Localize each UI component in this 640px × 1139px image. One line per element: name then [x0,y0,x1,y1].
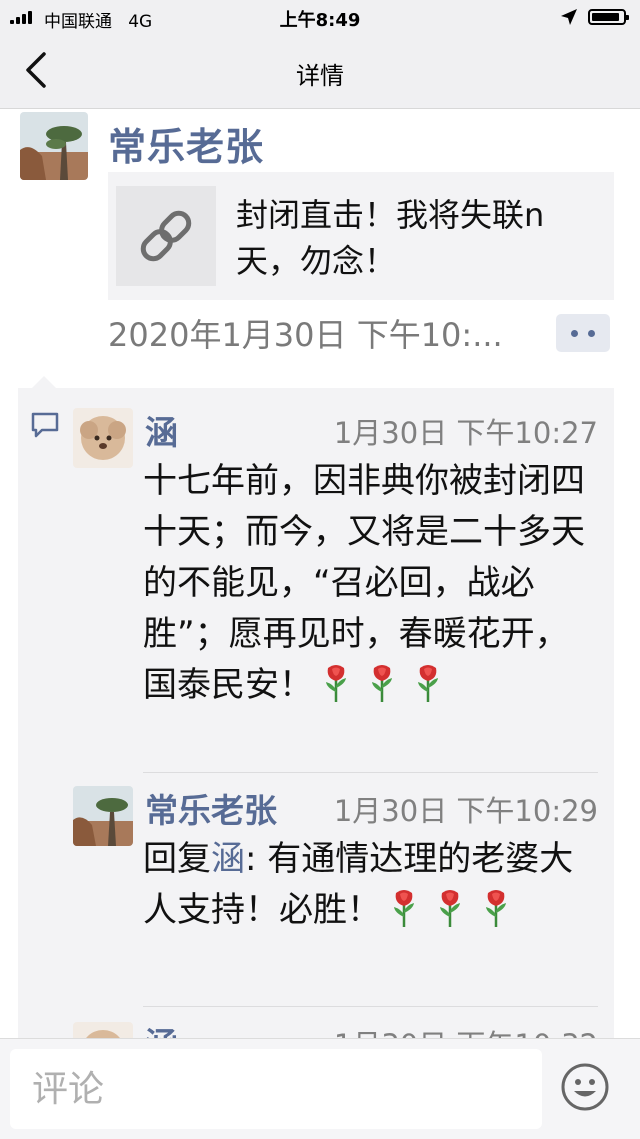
comments-section: 涵 1月30日 下午10:27 十七年前，因非典你被封闭四十天；而今，又将是二十… [18,388,614,1048]
comment-icon [31,412,59,438]
more-dots-icon[interactable] [556,314,610,352]
rose-emoji-group [313,665,451,705]
rose-emoji-group [381,890,519,930]
battery-icon [588,9,629,25]
comments-pointer [32,376,56,388]
link-icon [140,210,192,262]
comment-text[interactable]: 回复涵: 有通情达理的老婆大人支持！必胜！ [143,834,598,936]
rose-icon [435,887,465,927]
comment-time: 1月30日 下午10:29 [333,794,598,828]
location-arrow-icon [561,9,577,25]
page-title: 详情 [296,62,344,90]
comment-divider [143,772,598,773]
rose-icon [321,662,351,702]
rose-icon [413,662,443,702]
commenter-name[interactable]: 涵 [145,406,178,454]
status-clock: 上午8:49 [279,10,361,31]
comment-time: 1月30日 下午10:27 [333,416,598,450]
rose-icon [389,887,419,927]
smiley-icon[interactable] [560,1062,610,1112]
shared-link-card[interactable]: 封闭直击！我将失联n天，勿念！ [108,172,614,300]
post-timestamp: 2020年1月30日 下午10:... [108,316,503,354]
comment-input-bar [0,1038,640,1139]
comment-text[interactable]: 十七年前，因非典你被封闭四十天；而今，又将是二十多天的不能见，“召必回，战必胜”… [143,456,598,711]
reply-target-name[interactable]: 涵 [211,839,245,879]
rose-icon [367,662,397,702]
commenter-avatar[interactable] [73,786,133,846]
status-bar: 中国联通 4G 上午8:49 [0,0,640,34]
link-title: 封闭直击！我将失联n天，勿念！ [236,196,545,280]
comment-input[interactable] [10,1049,542,1129]
post-author-name[interactable]: 常乐老张 [108,116,264,171]
comment-divider [143,1006,598,1007]
commenter-name[interactable]: 常乐老张 [145,784,277,832]
navigation-bar: 中国联通 4G 上午8:49 详情 [0,0,640,109]
rose-icon [481,887,511,927]
post-author-avatar[interactable] [20,112,88,180]
commenter-avatar[interactable] [73,408,133,468]
link-thumbnail [116,186,216,286]
